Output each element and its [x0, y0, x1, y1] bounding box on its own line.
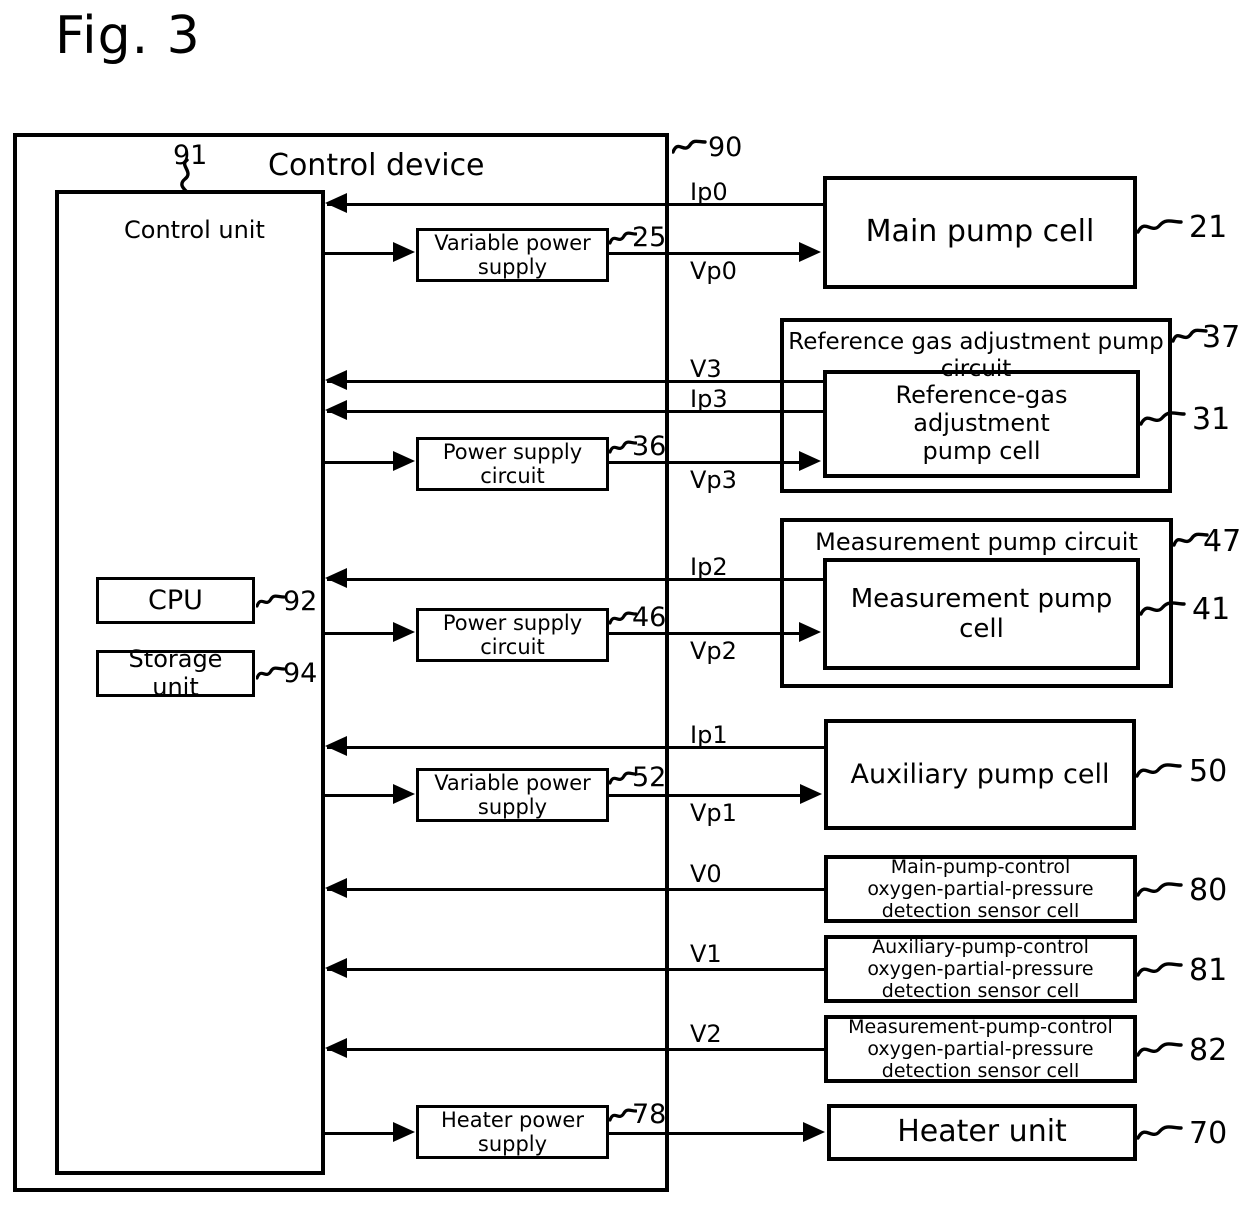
ref-46: 46: [632, 602, 667, 633]
ref-52: 52: [632, 762, 667, 793]
storage-unit-label: Storage unit: [128, 644, 223, 701]
signal-label-ip1: Ip1: [690, 721, 728, 749]
line-v1: [327, 968, 824, 971]
control-unit-label: Control unit: [124, 216, 265, 244]
ref-90-leader: [672, 136, 712, 156]
main-pump-control-sensor-cell-label: Main-pump-control oxygen-partial-pressur…: [867, 855, 1094, 923]
arrowhead-ip1: [325, 736, 347, 756]
arrowhead-v0: [325, 878, 347, 898]
arrowhead-cu-to-psc36: [393, 451, 415, 471]
ref-21-leader: [1137, 216, 1183, 238]
signal-label-vp3: Vp3: [690, 466, 737, 494]
measurement-pump-cell-label: Measurement pump cell: [850, 583, 1113, 644]
line-v0: [327, 888, 824, 891]
ref-81: 81: [1189, 953, 1228, 988]
ref-94: 94: [283, 658, 318, 689]
line-ip3: [327, 410, 823, 413]
ref-78: 78: [632, 1099, 667, 1130]
ref-50: 50: [1189, 754, 1228, 789]
ref-92: 92: [283, 586, 318, 617]
ref-80: 80: [1189, 873, 1228, 908]
arrowhead-cu-to-psc46: [393, 622, 415, 642]
line-v2: [327, 1048, 824, 1051]
arrowhead-ip3: [325, 400, 347, 420]
ref-50-leader: [1136, 760, 1182, 782]
variable-power-supply-25-label: Variable power supply: [434, 230, 591, 279]
signal-label-v1: V1: [690, 940, 722, 968]
arrowhead-v2: [325, 1038, 347, 1058]
ref-82-leader: [1137, 1039, 1183, 1061]
arrowhead-vp1: [800, 784, 822, 804]
signal-label-vp0: Vp0: [690, 257, 737, 285]
signal-label-ip2: Ip2: [690, 553, 728, 581]
ref-82: 82: [1189, 1033, 1228, 1068]
arrowhead-vp3: [799, 451, 821, 471]
auxiliary-pump-cell-label: Auxiliary pump cell: [850, 758, 1110, 790]
signal-label-vp2: Vp2: [690, 637, 737, 665]
arrowhead-ip0: [325, 193, 347, 213]
signal-label-ip3: Ip3: [690, 385, 728, 413]
power-supply-circuit-36-label: Power supply circuit: [442, 439, 583, 488]
ref-70-leader: [1137, 1122, 1183, 1144]
ref-70: 70: [1189, 1116, 1228, 1151]
measurement-pump-control-sensor-cell-label: Measurement-pump-control oxygen-partial-…: [848, 1015, 1113, 1083]
ref-90: 90: [708, 132, 743, 163]
line-vp0: [609, 252, 801, 255]
line-ip1: [327, 746, 824, 749]
signal-label-vp1: Vp1: [690, 799, 737, 827]
ref-81-leader: [1137, 959, 1183, 981]
arrowhead-ip2: [325, 568, 347, 588]
line-ip0: [327, 203, 823, 206]
control-device-title: Control device: [268, 148, 485, 183]
line-cu-to-vps52: [325, 794, 395, 797]
cpu-label: CPU: [148, 584, 203, 616]
ref-80-leader: [1137, 879, 1183, 901]
signal-label-v0: V0: [690, 860, 722, 888]
arrowhead-vp2: [799, 622, 821, 642]
ref-92-leader: [256, 592, 286, 610]
auxiliary-pump-control-sensor-cell-label: Auxiliary-pump-control oxygen-partial-pr…: [867, 935, 1094, 1003]
heater-power-supply-78-label: Heater power supply: [441, 1107, 584, 1156]
arrowhead-v1: [325, 958, 347, 978]
arrowhead-v3: [325, 370, 347, 390]
heater-unit-label: Heater unit: [897, 1114, 1067, 1150]
measurement-pump-circuit-label: Measurement pump circuit: [815, 528, 1138, 556]
figure-title: Fig. 3: [55, 6, 201, 66]
ref-36: 36: [632, 431, 667, 462]
ref-91: 91: [173, 140, 208, 171]
line-cu-to-hps78: [325, 1132, 395, 1135]
power-supply-circuit-46-label: Power supply circuit: [442, 610, 583, 659]
reference-gas-adjustment-pump-cell-label: Reference-gas adjustment pump cell: [895, 381, 1068, 465]
line-vp3: [609, 461, 801, 464]
line-vp2: [609, 632, 801, 635]
signal-label-v3: V3: [690, 355, 722, 383]
ref-31-leader: [1140, 408, 1186, 430]
ref-37: 37: [1202, 320, 1240, 355]
variable-power-supply-52-label: Variable power supply: [434, 770, 591, 819]
ref-31: 31: [1192, 402, 1231, 437]
line-v3: [327, 380, 823, 383]
ref-41: 41: [1192, 592, 1231, 627]
main-pump-cell-label: Main pump cell: [865, 214, 1095, 250]
ref-94-leader: [256, 664, 286, 682]
line-cu-to-psc46: [325, 632, 395, 635]
line-ip2: [327, 578, 823, 581]
line-heater-drive: [609, 1132, 805, 1135]
signal-label-v2: V2: [690, 1020, 722, 1048]
arrowhead-cu-to-vps52: [393, 784, 415, 804]
ref-41-leader: [1140, 598, 1186, 620]
line-cu-to-psc36: [325, 461, 395, 464]
ref-25: 25: [632, 222, 667, 253]
line-cu-to-vps25: [325, 252, 395, 255]
arrowhead-vp0: [799, 242, 821, 262]
line-vp1: [609, 794, 802, 797]
ref-21: 21: [1189, 210, 1228, 245]
figure-page: Fig. 3 Control device 90 Control unit 91…: [0, 0, 1240, 1207]
arrowhead-heater-drive: [803, 1122, 825, 1142]
arrowhead-cu-to-hps78: [393, 1122, 415, 1142]
signal-label-ip0: Ip0: [690, 178, 728, 206]
arrowhead-cu-to-vps25: [393, 242, 415, 262]
ref-47: 47: [1203, 524, 1240, 559]
